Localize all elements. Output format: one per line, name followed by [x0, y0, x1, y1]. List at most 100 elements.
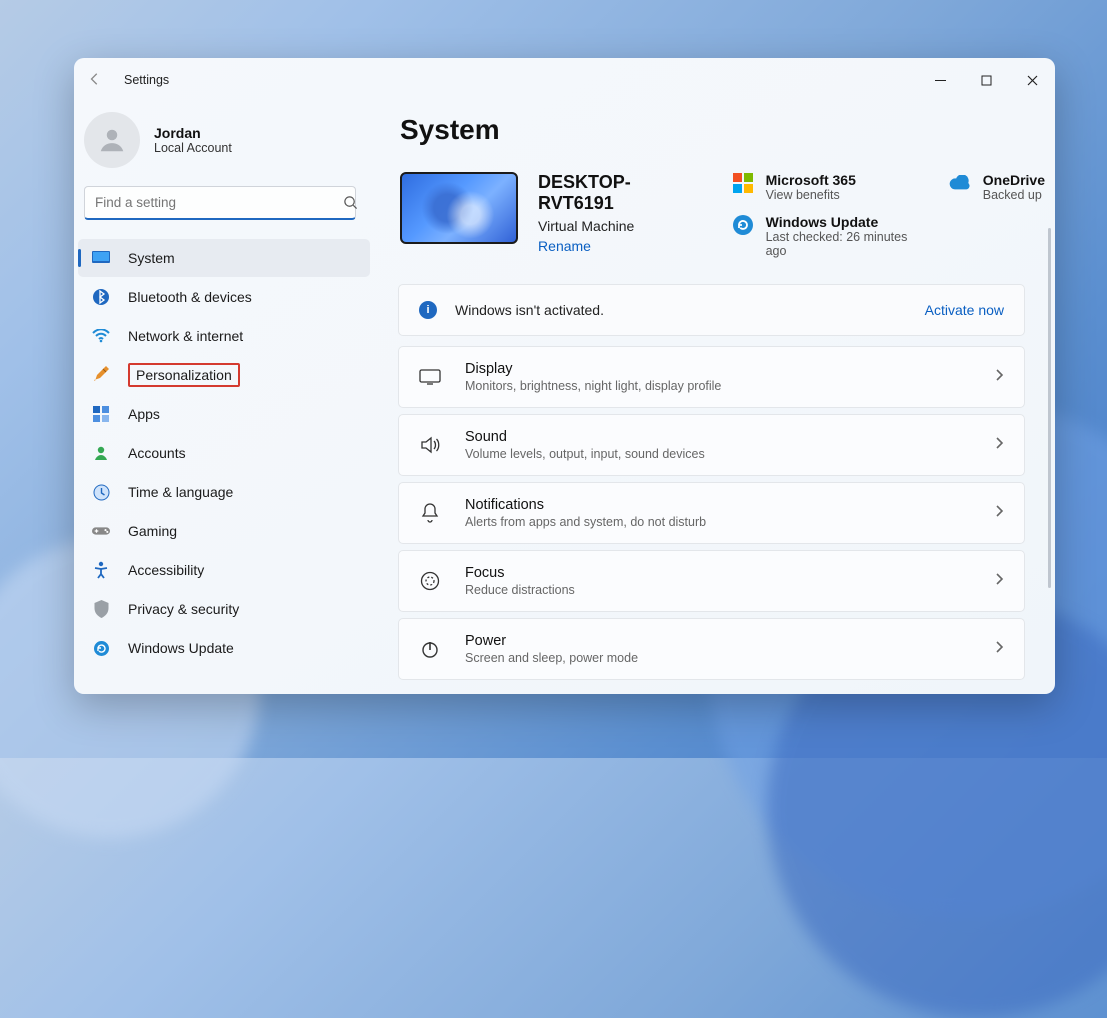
chevron-right-icon: [994, 368, 1004, 387]
service-onedrive[interactable]: OneDriveBacked up: [949, 172, 1045, 202]
activation-banner: i Windows isn't activated. Activate now: [398, 284, 1025, 336]
clock-icon: [92, 484, 110, 501]
desktop-thumbnail[interactable]: [400, 172, 518, 244]
minimize-button[interactable]: [917, 58, 963, 102]
card-sub: Screen and sleep, power mode: [465, 651, 638, 665]
service-wu[interactable]: Windows UpdateLast checked: 26 minutes a…: [732, 214, 927, 258]
account-block[interactable]: Jordan Local Account: [78, 102, 370, 186]
nav-item-label: Gaming: [128, 523, 177, 539]
monitor-icon: [92, 251, 110, 265]
nav-item-privacy[interactable]: Privacy & security: [78, 590, 370, 628]
account-subtitle: Local Account: [154, 141, 232, 155]
card-sub: Alerts from apps and system, do not dist…: [465, 515, 706, 529]
update-icon: [92, 640, 110, 657]
titlebar: Settings: [74, 58, 1055, 102]
card-focus[interactable]: Focus Reduce distractions: [398, 550, 1025, 612]
cloud-icon: [949, 172, 971, 194]
service-title: Microsoft 365: [766, 172, 856, 188]
pc-name: DESKTOP-RVT6191: [538, 172, 704, 214]
settings-window: Settings Jordan Local Account: [74, 58, 1055, 694]
window-title: Settings: [124, 73, 169, 87]
card-sub: Reduce distractions: [465, 583, 575, 597]
nav-item-gaming[interactable]: Gaming: [78, 512, 370, 550]
person-icon: [92, 445, 110, 461]
accessibility-icon: [92, 561, 110, 579]
nav-item-label: Accounts: [128, 445, 186, 461]
m365-icon: [732, 172, 754, 194]
pc-type: Virtual Machine: [538, 218, 704, 234]
search-box: [84, 186, 370, 220]
card-title: Notifications: [465, 497, 706, 513]
service-sub: View benefits: [766, 188, 856, 202]
speaker-icon: [419, 436, 441, 454]
activate-link[interactable]: Activate now: [925, 302, 1004, 318]
chevron-right-icon: [994, 640, 1004, 659]
service-title: Windows Update: [766, 214, 927, 230]
nav-item-label: Time & language: [128, 484, 233, 500]
nav-item-label: Privacy & security: [128, 601, 239, 617]
service-sub: Backed up: [983, 188, 1045, 202]
card-notifications[interactable]: Notifications Alerts from apps and system…: [398, 482, 1025, 544]
settings-cards: Display Monitors, brightness, night light…: [398, 346, 1025, 680]
nav-item-system[interactable]: System: [78, 239, 370, 277]
window-controls: [917, 58, 1055, 102]
system-header-grid: DESKTOP-RVT6191 Virtual Machine Rename M…: [400, 172, 1045, 258]
search-input[interactable]: [84, 186, 356, 220]
sidebar: Jordan Local Account System Bluetooth & d…: [74, 102, 384, 694]
paintbrush-icon: [92, 366, 110, 384]
nav-item-label: Network & internet: [128, 328, 243, 344]
shield-icon: [92, 600, 110, 618]
account-name: Jordan: [154, 125, 232, 141]
nav-item-network[interactable]: Network & internet: [78, 317, 370, 355]
avatar: [84, 112, 140, 168]
card-display[interactable]: Display Monitors, brightness, night light…: [398, 346, 1025, 408]
card-sub: Monitors, brightness, night light, displ…: [465, 379, 721, 393]
card-title: Power: [465, 633, 638, 649]
nav-item-update[interactable]: Windows Update: [78, 629, 370, 667]
nav-item-accessibility[interactable]: Accessibility: [78, 551, 370, 589]
nav-item-label: Bluetooth & devices: [128, 289, 252, 305]
nav-item-label: Apps: [128, 406, 160, 422]
power-icon: [419, 639, 441, 659]
card-sound[interactable]: Sound Volume levels, output, input, sound…: [398, 414, 1025, 476]
nav-item-accounts[interactable]: Accounts: [78, 434, 370, 472]
bluetooth-icon: [92, 288, 110, 306]
info-icon: i: [419, 301, 437, 319]
nav-item-apps[interactable]: Apps: [78, 395, 370, 433]
card-title: Focus: [465, 565, 575, 581]
card-sub: Volume levels, output, input, sound devi…: [465, 447, 705, 461]
display-icon: [419, 369, 441, 385]
chevron-right-icon: [994, 504, 1004, 523]
focus-icon: [419, 571, 441, 591]
nav: System Bluetooth & devices Network & inter…: [78, 238, 370, 694]
card-title: Display: [465, 361, 721, 377]
pc-block: DESKTOP-RVT6191 Virtual Machine Rename: [400, 172, 704, 258]
scrollbar[interactable]: [1048, 228, 1051, 588]
main-pane: System DESKTOP-RVT6191 Virtual Machine R…: [384, 102, 1055, 694]
apps-icon: [92, 406, 110, 422]
rename-link[interactable]: Rename: [538, 238, 704, 254]
nav-item-label: Accessibility: [128, 562, 204, 578]
nav-item-bluetooth[interactable]: Bluetooth & devices: [78, 278, 370, 316]
gamepad-icon: [92, 524, 110, 538]
wifi-icon: [92, 329, 110, 343]
chevron-right-icon: [994, 436, 1004, 455]
close-button[interactable]: [1009, 58, 1055, 102]
nav-item-label: Personalization: [128, 363, 240, 387]
search-icon: [343, 195, 358, 215]
service-sub: Last checked: 26 minutes ago: [766, 230, 927, 258]
bell-icon: [419, 503, 441, 523]
card-title: Sound: [465, 429, 705, 445]
service-title: OneDrive: [983, 172, 1045, 188]
back-button[interactable]: [88, 72, 110, 89]
card-power[interactable]: Power Screen and sleep, power mode: [398, 618, 1025, 680]
nav-item-personalization[interactable]: Personalization: [78, 356, 370, 394]
page-title: System: [400, 114, 1045, 146]
service-m365[interactable]: Microsoft 365View benefits: [732, 172, 927, 202]
maximize-button[interactable]: [963, 58, 1009, 102]
nav-item-time[interactable]: Time & language: [78, 473, 370, 511]
nav-item-label: System: [128, 250, 175, 266]
banner-text: Windows isn't activated.: [455, 302, 604, 318]
chevron-right-icon: [994, 572, 1004, 591]
nav-item-label: Windows Update: [128, 640, 234, 656]
